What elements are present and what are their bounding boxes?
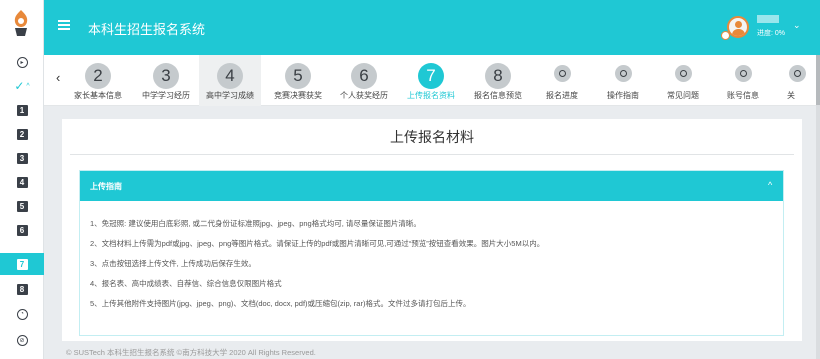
step-label: 竞赛决赛获奖 — [274, 91, 322, 100]
sidebar-item-guide[interactable]: ⊘ — [0, 329, 44, 351]
step-number: 7 — [16, 258, 28, 270]
step-label: 高中学习成绩 — [206, 91, 254, 100]
step-number: 6 — [16, 224, 28, 236]
step-label: 关 — [787, 91, 795, 100]
more-icon — [789, 65, 806, 82]
sidebar-item-4[interactable]: 4 — [0, 171, 44, 193]
chevron-up-icon[interactable]: ^ — [768, 180, 772, 190]
step-number: 7 — [418, 63, 444, 89]
play-circle-icon: ▸ — [16, 56, 28, 68]
step-number: 8 — [16, 283, 28, 295]
step-5[interactable]: 5 竞赛决赛获奖 — [267, 55, 329, 106]
step-8[interactable]: 8 报名信息预览 — [467, 55, 529, 106]
step-number: 1 — [16, 104, 28, 116]
arrow-left-icon[interactable]: ‹ — [56, 70, 60, 85]
user-name[interactable] — [757, 15, 779, 23]
upload-panel: 上传报名材料 上传指南 ^ 1、免冠照: 建议使用白底彩照, 或二代身份证标准照… — [62, 119, 802, 341]
footer: © SUSTech 本科生招生报名系统 ©南方科技大学 2020 All Rig… — [66, 348, 316, 357]
step-label: 常见问题 — [667, 91, 699, 100]
sidebar-item-7[interactable]: 7 — [0, 253, 44, 275]
guide-item: 3、点击按钮选择上传文件, 上传成功后保存生效。 — [90, 259, 256, 268]
compass-icon: ⊘ — [16, 334, 28, 346]
scrollbar[interactable] — [816, 55, 820, 359]
step-label: 操作指南 — [607, 91, 639, 100]
step-6[interactable]: 6 个人获奖经历 — [333, 55, 395, 106]
step-label: 上传报名资料 — [407, 91, 455, 100]
step-label: 报名进度 — [546, 91, 578, 100]
sidebar-item-8[interactable]: 8 — [0, 278, 44, 300]
step-number: 3 — [153, 63, 179, 89]
step-number: 3 — [16, 152, 28, 164]
step-account[interactable]: 账号信息 — [712, 55, 774, 106]
step-4[interactable]: 4 高中学习成绩 — [199, 55, 261, 106]
gauge-icon: ◔ — [16, 308, 28, 320]
step-more[interactable]: 关 — [766, 55, 816, 106]
guide-item: 5、上传其他附件支持图片(jpg、jpeg、png)、文档(doc, docx,… — [90, 299, 471, 308]
page-title: 上传报名材料 — [390, 129, 474, 145]
step-2[interactable]: 2 家长基本信息 — [67, 55, 129, 106]
step-number: 6 — [351, 63, 377, 89]
guide-item: 4、报名表、高中成绩表、自荐信、综合信息仅限图片格式 — [90, 279, 282, 288]
step-number: 4 — [16, 176, 28, 188]
sidebar-item-2[interactable]: 2 — [0, 123, 44, 145]
logo-icon — [14, 10, 28, 36]
step-number: 5 — [285, 63, 311, 89]
step-progress[interactable]: 报名进度 — [531, 55, 593, 106]
step-label: 个人获奖经历 — [340, 91, 388, 100]
account-icon — [735, 65, 752, 82]
top-header: 本科生招生报名系统 进度: 0% ⌄ — [44, 0, 820, 55]
steps-bar: ‹ 2 家长基本信息 3 中学学习经历 4 高中学习成绩 5 竞赛决赛获奖 6 … — [44, 55, 816, 106]
sidebar-item-progress[interactable]: ◔ — [0, 303, 44, 325]
step-label: 中学学习经历 — [142, 91, 190, 100]
sidebar-item-5[interactable]: 5 — [0, 195, 44, 217]
step-7[interactable]: 7 上传报名资料 — [400, 55, 462, 106]
sidebar: ▸ ✓ ^ 1 2 3 4 5 6 7 8 ◔ ⊘ — [0, 0, 44, 359]
avatar[interactable] — [727, 16, 749, 38]
step-number: 2 — [85, 63, 111, 89]
guide-header[interactable]: 上传指南 ^ — [80, 171, 783, 201]
sidebar-item-checklist[interactable]: ✓ ^ — [0, 75, 44, 97]
step-guide[interactable]: 操作指南 — [592, 55, 654, 106]
sidebar-item-1[interactable]: 1 — [0, 99, 44, 121]
step-3[interactable]: 3 中学学习经历 — [135, 55, 197, 106]
chevron-up-icon: ^ — [26, 82, 30, 90]
guide-item: 1、免冠照: 建议使用白底彩照, 或二代身份证标准照jpg、jpeg、png格式… — [90, 219, 421, 228]
sidebar-item-6[interactable]: 6 — [0, 219, 44, 241]
question-icon — [675, 65, 692, 82]
guide-title: 上传指南 — [90, 182, 122, 191]
step-number: 4 — [217, 63, 243, 89]
chevron-down-icon[interactable]: ⌄ — [793, 20, 801, 31]
step-label: 账号信息 — [727, 91, 759, 100]
guide-item: 2、文档材料上传需为pdf或jpg、jpeg、png等图片格式。请保证上传的pd… — [90, 239, 545, 248]
gauge-icon — [554, 65, 571, 82]
check-icon: ✓ — [14, 79, 25, 93]
step-number: 8 — [485, 63, 511, 89]
menu-icon[interactable] — [58, 20, 70, 30]
progress-text: 进度: 0% — [757, 30, 786, 37]
compass-icon — [615, 65, 632, 82]
sidebar-item-3[interactable]: 3 — [0, 147, 44, 169]
step-number: 2 — [16, 128, 28, 140]
divider — [70, 154, 794, 155]
status-dot — [721, 31, 730, 40]
step-number: 5 — [16, 200, 28, 212]
step-label: 报名信息预览 — [474, 91, 522, 100]
step-label: 家长基本信息 — [74, 91, 122, 100]
app-title: 本科生招生报名系统 — [88, 22, 206, 37]
sidebar-item-start[interactable]: ▸ — [0, 51, 44, 73]
upload-guide: 上传指南 ^ 1、免冠照: 建议使用白底彩照, 或二代身份证标准照jpg、jpe… — [79, 170, 784, 336]
step-faq[interactable]: 常见问题 — [652, 55, 714, 106]
